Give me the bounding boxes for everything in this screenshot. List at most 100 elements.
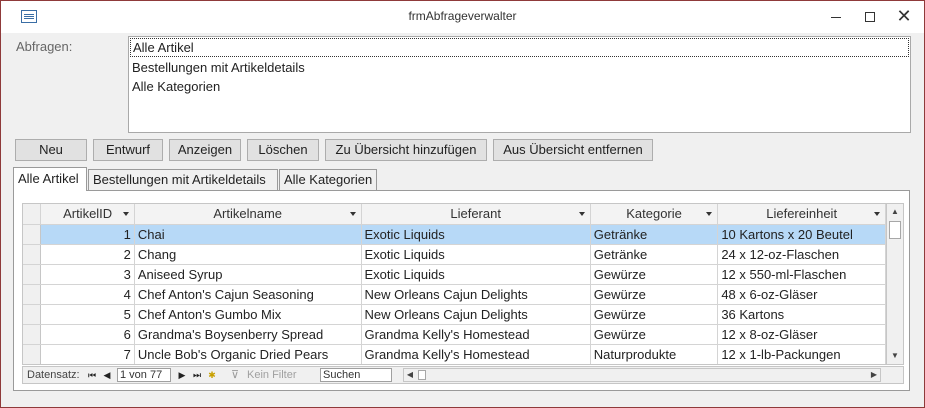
cell-kategorie[interactable]: Gewürze	[590, 304, 719, 325]
no-filter-button[interactable]: Kein Filter	[247, 367, 297, 383]
column-header[interactable]: Lieferant	[361, 204, 591, 225]
tab-bestellungen[interactable]: Bestellungen mit Artikeldetails	[88, 169, 278, 190]
dropdown-arrow-icon[interactable]	[122, 212, 129, 216]
maximize-icon	[865, 12, 875, 23]
tab-panel: ArtikelID Artikelname Lieferant Kategori…	[13, 190, 910, 391]
table-row[interactable]: 1 Chai Exotic Liquids Getränke 10 Karton…	[23, 224, 886, 245]
vertical-scrollbar[interactable]: ▲ ▼	[887, 203, 904, 365]
record-selector[interactable]	[23, 284, 42, 305]
scroll-thumb[interactable]	[418, 370, 426, 380]
first-record-icon[interactable]: ⏮	[85, 367, 99, 383]
minimize-button[interactable]	[819, 1, 853, 31]
cell-kategorie[interactable]: Gewürze	[590, 324, 719, 345]
select-all-corner[interactable]	[23, 204, 42, 225]
next-record-icon[interactable]: ▶	[175, 367, 189, 383]
horizontal-scrollbar[interactable]: ◀ ▶	[403, 368, 881, 382]
record-selector[interactable]	[23, 224, 42, 245]
queries-listbox[interactable]: Alle Artikel Bestellungen mit Artikeldet…	[128, 36, 911, 133]
cell-artikelid[interactable]: 5	[40, 304, 135, 325]
form-body: Abfragen: Alle Artikel Bestellungen mit …	[1, 33, 924, 407]
current-record-field[interactable]: 1 von 77	[117, 368, 171, 382]
new-button[interactable]: Neu	[15, 139, 87, 161]
dropdown-arrow-icon[interactable]	[874, 212, 880, 216]
record-selector[interactable]	[23, 244, 42, 265]
table-row[interactable]: 7 Uncle Bob's Organic Dried Pears Grandm…	[23, 344, 886, 364]
scroll-up-icon[interactable]: ▲	[887, 204, 903, 220]
record-navigation-bar: Datensatz: ⏮ ◀ 1 von 77 ▶ ⏭ ✱ ⊽ Kein Fil…	[22, 366, 904, 384]
datasheet-grid[interactable]: ArtikelID Artikelname Lieferant Kategori…	[22, 203, 887, 365]
new-record-icon[interactable]: ✱	[205, 367, 219, 383]
draft-button[interactable]: Entwurf	[93, 139, 163, 161]
scroll-thumb[interactable]	[889, 221, 901, 239]
close-icon: ✕	[896, 6, 912, 26]
cell-kategorie[interactable]: Getränke	[590, 224, 719, 245]
close-button[interactable]: ✕	[887, 1, 921, 31]
cell-artikelid[interactable]: 7	[40, 344, 135, 364]
cell-artikelname[interactable]: Uncle Bob's Organic Dried Pears	[134, 344, 362, 364]
cell-lieferant[interactable]: New Orleans Cajun Delights	[361, 284, 591, 305]
record-selector[interactable]	[23, 344, 42, 364]
tab-alle-kategorien[interactable]: Alle Kategorien	[279, 169, 377, 190]
record-selector[interactable]	[23, 304, 42, 325]
cell-liefereinheit[interactable]: 12 x 8-oz-Gläser	[717, 324, 886, 345]
cell-lieferant[interactable]: Exotic Liquids	[361, 244, 591, 265]
scroll-right-icon[interactable]: ▶	[868, 369, 880, 381]
cell-artikelname[interactable]: Aniseed Syrup	[134, 264, 362, 285]
cell-kategorie[interactable]: Gewürze	[590, 284, 719, 305]
remove-from-overview-button[interactable]: Aus Übersicht entfernen	[493, 139, 653, 161]
column-header[interactable]: Liefereinheit	[717, 204, 886, 225]
scroll-left-icon[interactable]: ◀	[404, 369, 416, 381]
query-item[interactable]: Alle Artikel	[130, 38, 909, 57]
maximize-button[interactable]	[853, 1, 887, 31]
cell-liefereinheit[interactable]: 12 x 550-ml-Flaschen	[717, 264, 886, 285]
dropdown-arrow-icon[interactable]	[578, 212, 585, 216]
column-header[interactable]: Artikelname	[134, 204, 362, 225]
scroll-down-icon[interactable]: ▼	[887, 348, 903, 364]
column-header-label: Artikelname	[213, 206, 283, 222]
cell-lieferant[interactable]: Grandma Kelly's Homestead	[361, 344, 591, 364]
column-header[interactable]: Kategorie	[590, 204, 719, 225]
cell-artikelid[interactable]: 6	[40, 324, 135, 345]
cell-liefereinheit[interactable]: 48 x 6-oz-Gläser	[717, 284, 886, 305]
cell-lieferant[interactable]: Exotic Liquids	[361, 264, 591, 285]
add-to-overview-button[interactable]: Zu Übersicht hinzufügen	[325, 139, 487, 161]
cell-liefereinheit[interactable]: 36 Kartons	[717, 304, 886, 325]
table-row[interactable]: 4 Chef Anton's Cajun Seasoning New Orlea…	[23, 284, 886, 305]
cell-artikelid[interactable]: 2	[40, 244, 135, 265]
cell-artikelname[interactable]: Grandma's Boysenberry Spread	[134, 324, 362, 345]
previous-record-icon[interactable]: ◀	[100, 367, 114, 383]
table-row[interactable]: 6 Grandma's Boysenberry Spread Grandma K…	[23, 324, 886, 345]
column-header[interactable]: ArtikelID	[40, 204, 135, 225]
cell-artikelname[interactable]: Chef Anton's Gumbo Mix	[134, 304, 362, 325]
table-row[interactable]: 3 Aniseed Syrup Exotic Liquids Gewürze 1…	[23, 264, 886, 285]
cell-liefereinheit[interactable]: 24 x 12-oz-Flaschen	[717, 244, 886, 265]
cell-lieferant[interactable]: Exotic Liquids	[361, 224, 591, 245]
cell-kategorie[interactable]: Getränke	[590, 244, 719, 265]
cell-kategorie[interactable]: Naturprodukte	[590, 344, 719, 364]
cell-artikelid[interactable]: 4	[40, 284, 135, 305]
cell-artikelname[interactable]: Chef Anton's Cajun Seasoning	[134, 284, 362, 305]
last-record-icon[interactable]: ⏭	[190, 367, 204, 383]
cell-kategorie[interactable]: Gewürze	[590, 264, 719, 285]
column-header-label: Kategorie	[626, 206, 682, 222]
dropdown-arrow-icon[interactable]	[706, 212, 713, 216]
cell-artikelid[interactable]: 3	[40, 264, 135, 285]
tab-alle-artikel[interactable]: Alle Artikel	[13, 167, 87, 191]
search-input[interactable]: Suchen	[320, 368, 392, 382]
query-item[interactable]: Alle Kategorien	[129, 77, 910, 96]
query-item[interactable]: Bestellungen mit Artikeldetails	[129, 58, 910, 77]
record-selector[interactable]	[23, 324, 42, 345]
table-row[interactable]: 2 Chang Exotic Liquids Getränke 24 x 12-…	[23, 244, 886, 265]
dropdown-arrow-icon[interactable]	[349, 212, 356, 216]
cell-lieferant[interactable]: Grandma Kelly's Homestead	[361, 324, 591, 345]
cell-lieferant[interactable]: New Orleans Cajun Delights	[361, 304, 591, 325]
show-button[interactable]: Anzeigen	[169, 139, 241, 161]
delete-button[interactable]: Löschen	[247, 139, 319, 161]
cell-liefereinheit[interactable]: 12 x 1-lb-Packungen	[717, 344, 886, 364]
cell-artikelname[interactable]: Chang	[134, 244, 362, 265]
record-selector[interactable]	[23, 264, 42, 285]
cell-artikelid[interactable]: 1	[40, 224, 135, 245]
cell-artikelname[interactable]: Chai	[134, 224, 362, 245]
table-row[interactable]: 5 Chef Anton's Gumbo Mix New Orleans Caj…	[23, 304, 886, 325]
cell-liefereinheit[interactable]: 10 Kartons x 20 Beutel	[717, 224, 886, 245]
